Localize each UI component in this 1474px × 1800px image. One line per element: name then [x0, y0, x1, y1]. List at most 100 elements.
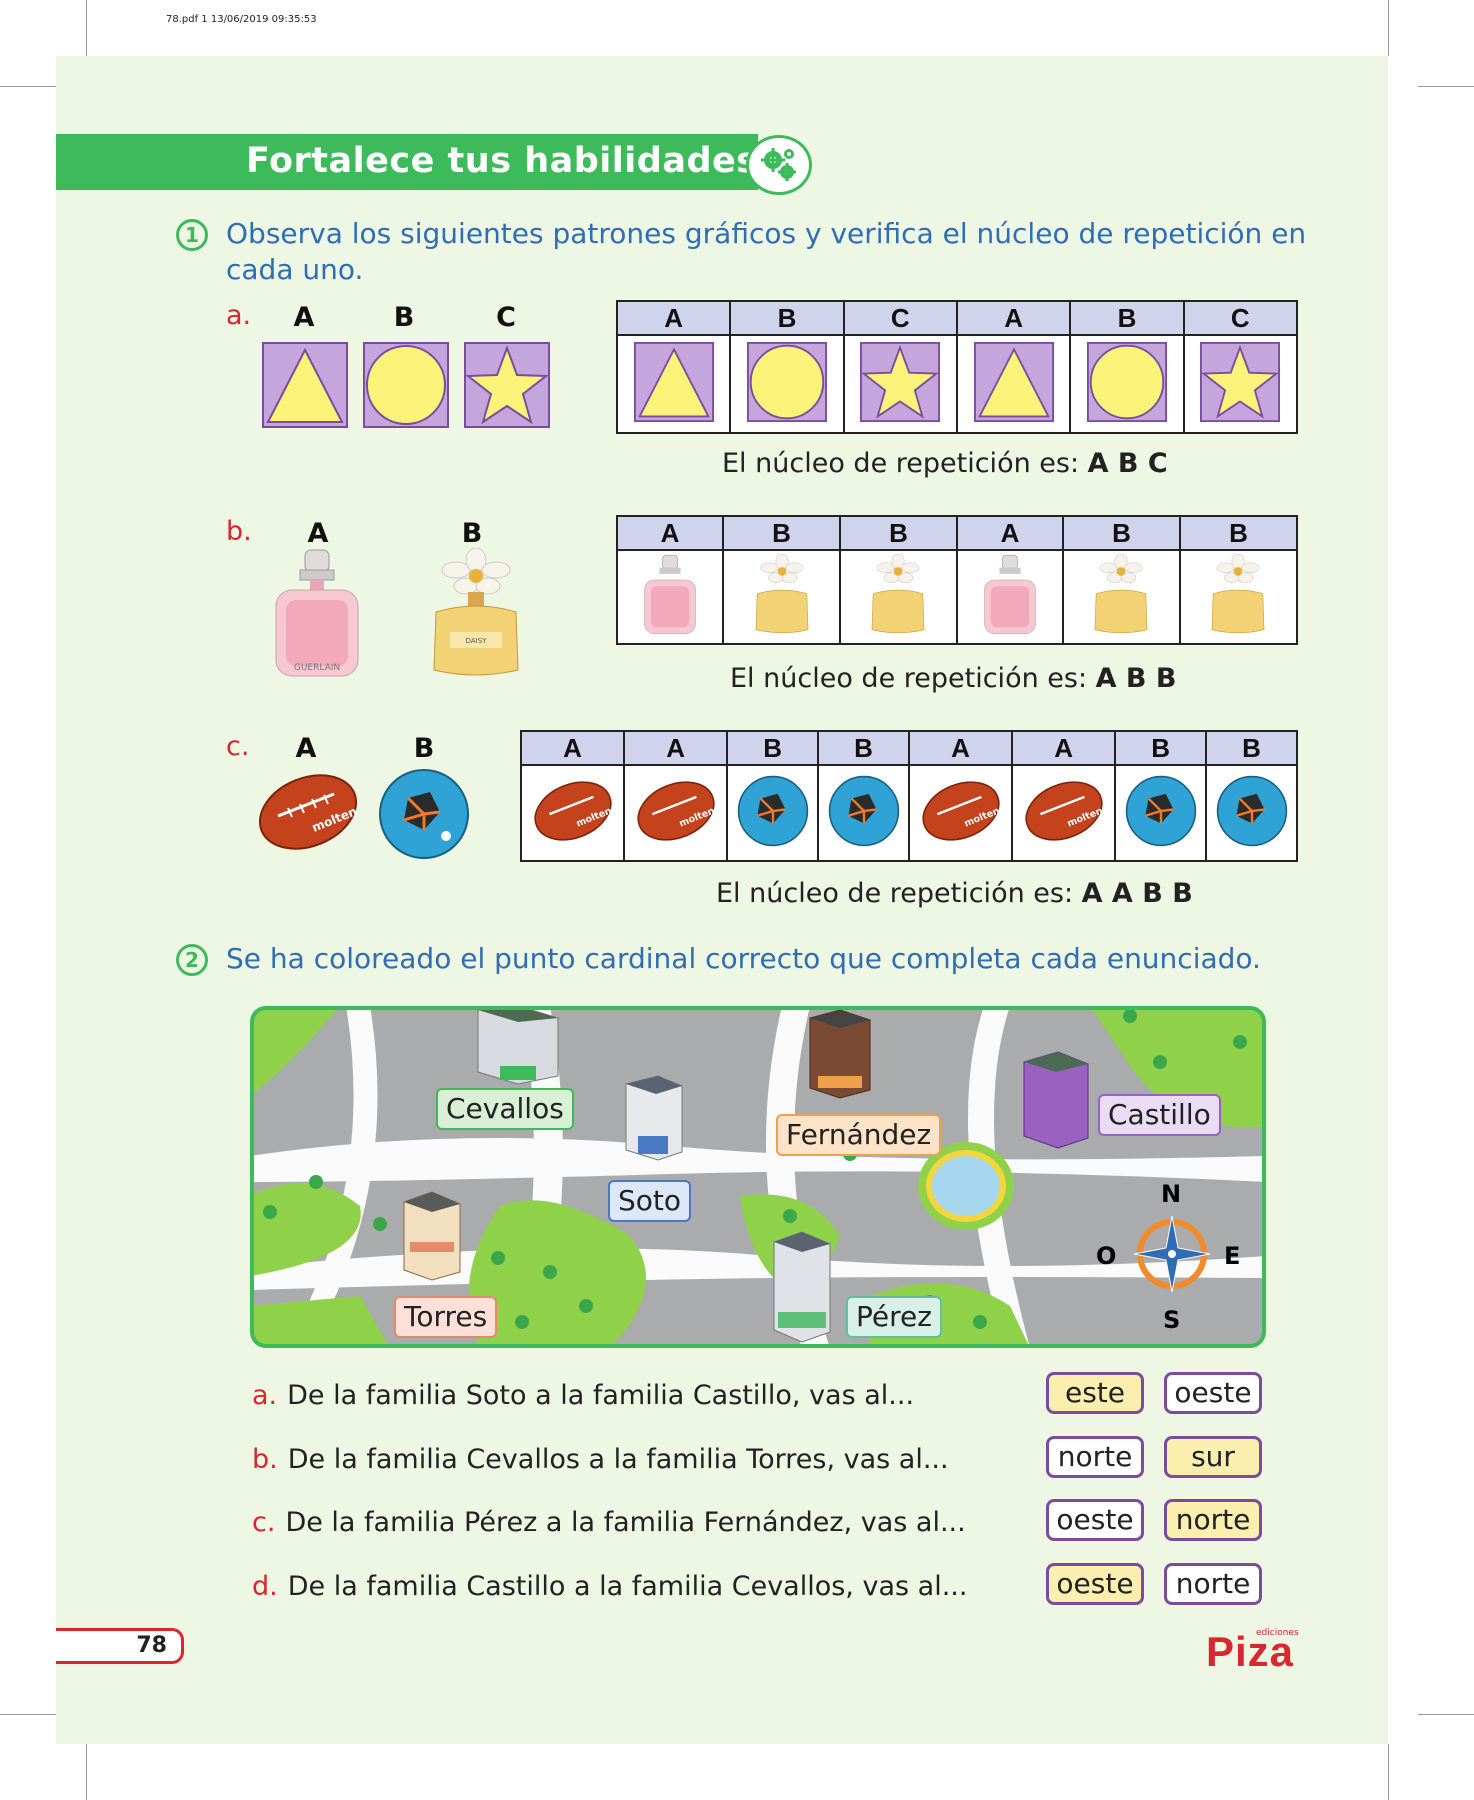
pattern-header: B [726, 730, 820, 766]
question-text: De la familia Castillo a la familia Ceva… [287, 1571, 968, 1602]
compass-rose-icon [1133, 1215, 1211, 1296]
crop-mark [1388, 1744, 1389, 1800]
yellow-perfume-icon [1062, 549, 1181, 645]
exercise-2-instruction: Se ha coloreado el punto cardinal correc… [226, 942, 1261, 975]
circle-shape [1069, 334, 1185, 434]
football-icon: molten [1011, 764, 1117, 862]
print-info: 78.pdf 1 13/06/2019 09:35:53 [166, 14, 317, 25]
football-icon: molten [519, 764, 626, 862]
crop-mark [1418, 1714, 1474, 1715]
svg-text:GUERLAIN: GUERLAIN [294, 663, 340, 673]
legend-label: A [307, 518, 329, 549]
gears-icon [746, 135, 812, 195]
pattern-header: A [907, 730, 1014, 766]
crop-mark [1388, 0, 1389, 56]
option-sur[interactable]: sur [1164, 1436, 1262, 1478]
item-letter-a: a. [226, 300, 252, 331]
option-este[interactable]: este [1046, 1372, 1144, 1414]
publisher-logo: Piza [1206, 1628, 1295, 1675]
question-a: a. De la familia Soto a la familia Castil… [252, 1380, 914, 1411]
question-letter: c. [252, 1507, 276, 1538]
pattern-header: B [1178, 515, 1299, 551]
pattern-header: B [1205, 730, 1298, 766]
option-norte[interactable]: norte [1164, 1563, 1262, 1605]
legend-label: B [393, 302, 415, 333]
section-title: Fortalece tus habilidades [246, 141, 758, 181]
crop-mark [0, 1714, 56, 1715]
pattern-header: B [817, 730, 910, 766]
circle-shape [729, 334, 845, 434]
pattern-header: C [842, 300, 958, 336]
exercise-number-1: 1 [176, 219, 208, 251]
question-text: De la familia Pérez a la familia Fernánd… [285, 1507, 966, 1538]
svg-text:DAISY: DAISY [466, 637, 488, 645]
crop-mark [1418, 86, 1474, 87]
legend-label: B [461, 518, 483, 549]
star-shape [464, 342, 550, 428]
answer-prefix: El núcleo de repetición es: [722, 448, 1088, 479]
pattern-header: A [1011, 730, 1117, 766]
pattern-header: B [839, 515, 958, 551]
map-label-soto: Soto [608, 1180, 692, 1222]
question-text: De la familia Cevallos a la familia Torr… [287, 1444, 949, 1475]
question-letter: d. [252, 1571, 278, 1602]
pattern-header: A [955, 300, 1072, 336]
legend-label: B [413, 733, 435, 764]
option-norte[interactable]: norte [1164, 1499, 1262, 1541]
crop-mark [86, 1744, 87, 1800]
pattern-table-a: A B C A B C [615, 300, 1299, 434]
legend-shapes [262, 342, 552, 432]
option-oeste[interactable]: oeste [1046, 1563, 1144, 1605]
pattern-table-c: A A B B A A B B molten molten molten mol… [519, 730, 1298, 862]
item-letter-c: c. [226, 731, 250, 762]
pattern-header: B [729, 300, 845, 336]
question-c: c. De la familia Pérez a la familia Ferná… [252, 1507, 966, 1538]
crop-mark [86, 0, 87, 56]
star-shape [1182, 334, 1299, 434]
yellow-perfume-icon: DAISY [426, 547, 526, 684]
pattern-header: A [623, 730, 729, 766]
football-icon: molten [907, 764, 1014, 862]
yellow-perfume-icon [839, 549, 958, 645]
pattern-header: A [615, 515, 725, 551]
question-letter: b. [252, 1444, 278, 1475]
legend-label: C [496, 302, 516, 333]
building-icon [1023, 1051, 1089, 1149]
answer-value: A A B B [1081, 878, 1193, 909]
question-letter: a. [252, 1380, 278, 1411]
exercise-1-instruction: Observa los siguientes patrones gráficos… [226, 217, 1307, 286]
circle-shape [363, 342, 449, 428]
compass-west: O [1096, 1242, 1117, 1270]
option-oeste[interactable]: oeste [1046, 1499, 1144, 1541]
pattern-header: B [722, 515, 841, 551]
answer-a: El núcleo de repetición es: A B C [722, 448, 1168, 479]
option-oeste[interactable]: oeste [1164, 1372, 1262, 1414]
pattern-header: B [1114, 730, 1208, 766]
map-label-fernandez: Fernández [776, 1114, 942, 1156]
triangle-shape [615, 334, 732, 434]
question-text: De la familia Soto a la familia Castillo… [287, 1380, 915, 1411]
question-d: d. De la familia Castillo a la familia Ce… [252, 1571, 967, 1602]
answer-b: El núcleo de repetición es: A B B [730, 663, 1177, 694]
compass-north: N [1161, 1180, 1182, 1208]
map-label-castillo: Castillo [1098, 1094, 1221, 1136]
pattern-header: B [1062, 515, 1181, 551]
pattern-header: A [615, 300, 732, 336]
question-b: b. De la familia Cevallos a la familia To… [252, 1444, 949, 1475]
soccer-ball-icon [378, 768, 470, 864]
star-shape [842, 334, 958, 434]
pink-perfume-icon [615, 549, 725, 645]
legend-label: A [295, 733, 317, 764]
pattern-header: B [1069, 300, 1185, 336]
option-norte[interactable]: norte [1046, 1436, 1144, 1478]
soccer-ball-icon [817, 764, 910, 862]
legend-label: A [293, 302, 315, 333]
answer-value: A B B [1095, 663, 1177, 694]
pattern-header: C [1182, 300, 1299, 336]
building-icon [773, 1231, 831, 1343]
map-label-perez: Pérez [846, 1296, 942, 1338]
soccer-ball-icon [1205, 764, 1298, 862]
compass-east: E [1224, 1242, 1241, 1270]
building-icon [477, 1008, 559, 1085]
building-icon [403, 1191, 461, 1281]
